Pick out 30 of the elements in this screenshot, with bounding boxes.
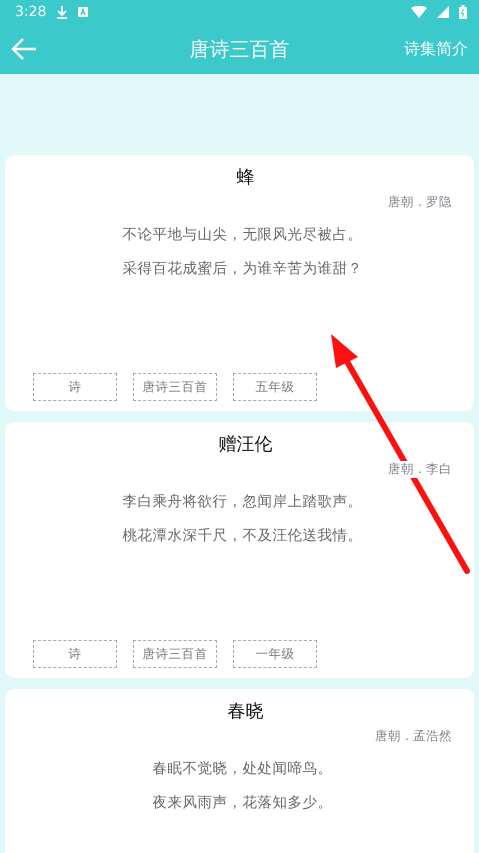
poem-tag[interactable]: 一年级 [233,640,317,668]
poem-line: 夜来风雨声，花落知多少。 [152,794,332,812]
battery-icon [459,5,467,19]
poem-title: 春晓 [228,700,264,723]
poem-line: 春眠不觉晓，处处闻啼鸟。 [152,760,332,778]
poem-tag[interactable]: 诗 [33,640,117,668]
poem-author: 唐朝 . 罗隐 [388,194,452,211]
poem-title: 蜂 [236,166,254,189]
poem-line: 采得百花成蜜后，为谁辛苦为谁甜？ [122,260,362,278]
poem-card[interactable]: 蜂 唐朝 . 罗隐 不论平地与山尖，无限风光尽被占。 采得百花成蜜后，为谁辛苦为谁甜？ 诗 唐诗三百首 五年级 [5,155,474,411]
poem-tag[interactable]: 唐诗三百首 [133,373,217,401]
wifi-icon [411,6,427,18]
signal-icon [437,6,449,18]
poem-author: 唐朝 . 李白 [388,461,452,478]
back-button[interactable] [11,38,37,60]
poem-line: 不论平地与山尖，无限风光尽被占。 [122,226,362,244]
poem-card[interactable]: 赠汪伦 唐朝 . 李白 李白乘舟将欲行，忽闻岸上踏歌声。 桃花潭水深千尺，不及汪伦送我情。 诗 唐诗三百首 一年级 [5,422,474,678]
poem-author: 唐朝 . 孟浩然 [375,728,452,745]
back-arrow-icon [11,38,37,60]
download-icon [56,5,68,19]
poem-line: 桃花潭水深千尺，不及汪伦送我情。 [122,527,362,545]
app-title: 唐诗三百首 [190,36,290,62]
poem-tag[interactable]: 诗 [33,373,117,401]
poem-tag[interactable]: 五年级 [233,373,317,401]
poem-card[interactable]: 春晓 唐朝 . 孟浩然 春眠不觉晓，处处闻啼鸟。 夜来风雨声，花落知多少。 [5,689,474,853]
poem-title: 赠汪伦 [218,433,272,456]
poem-line: 李白乘舟将欲行，忽闻岸上踏歌声。 [122,492,362,511]
status-time: 3:28 [15,4,46,20]
poem-tag[interactable]: 唐诗三百首 [133,640,217,668]
notification-icon [78,7,88,17]
